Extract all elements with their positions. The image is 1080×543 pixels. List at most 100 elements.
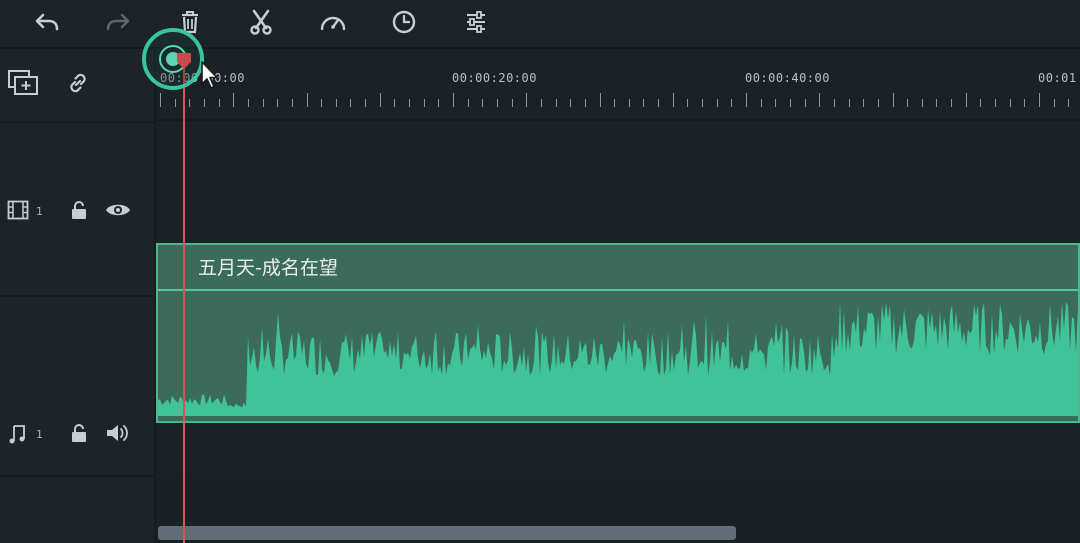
- ruler-tick: [628, 99, 630, 107]
- ruler-tick: [570, 99, 572, 107]
- ruler-tick: [233, 93, 235, 107]
- add-track-button[interactable]: [6, 67, 40, 99]
- ruler-tick: [789, 99, 791, 107]
- video-track-number: 1: [36, 205, 43, 218]
- ruler-tick: [555, 99, 557, 107]
- ruler-tick: [365, 99, 367, 107]
- speaker-icon: [107, 425, 128, 441]
- playhead-handle[interactable]: [176, 52, 192, 70]
- playhead-line: [183, 62, 185, 543]
- ruler-tick: [160, 93, 161, 107]
- track-header-controls: [0, 49, 154, 123]
- ruler-tick: [672, 93, 674, 107]
- unlock-icon: [72, 424, 86, 442]
- ruler-tick: [218, 99, 220, 107]
- ruler-tick: [277, 99, 279, 107]
- ruler-tick: [174, 99, 176, 107]
- ruler-label: 00:01: [1038, 71, 1077, 85]
- audio-track-mute-button[interactable]: [104, 421, 132, 445]
- ruler-tick: [350, 99, 352, 107]
- audio-track-controls: 1: [0, 297, 154, 477]
- ruler-tick: [760, 99, 762, 107]
- ruler-tick: [877, 99, 879, 107]
- ruler-tick: [203, 99, 205, 107]
- ruler-tick: [526, 93, 528, 107]
- ruler-tick: [321, 99, 323, 107]
- ruler-tick: [833, 99, 835, 107]
- speed-icon: [320, 16, 346, 31]
- ruler-tick: [453, 93, 454, 107]
- link-button[interactable]: [62, 67, 94, 99]
- ruler-tick: [746, 93, 747, 107]
- ruler-tick: [1009, 99, 1011, 107]
- ruler-label: 00:00:20:00: [452, 71, 537, 85]
- ruler-tick: [1068, 99, 1070, 107]
- ruler-tick: [702, 99, 704, 107]
- ruler-tick: [907, 99, 909, 107]
- ruler-tick: [189, 99, 191, 107]
- ruler-tick: [658, 99, 660, 107]
- ruler-tick: [614, 99, 616, 107]
- video-track-lock-button[interactable]: [68, 199, 90, 221]
- redo-icon: [106, 13, 130, 31]
- ruler-tick: [1024, 99, 1026, 107]
- duration-icon: [392, 10, 416, 34]
- ruler-tick: [291, 99, 293, 107]
- ruler-tick: [775, 99, 777, 107]
- ruler-tick: [438, 99, 440, 107]
- ruler-tick: [467, 99, 469, 107]
- ruler-tick: [1053, 99, 1055, 107]
- time-ruler[interactable]: 00:00:00:00 00:00:20:00 00:00:40:00 00:0…: [156, 49, 1080, 121]
- ruler-tick: [892, 93, 894, 107]
- ruler-tick: [306, 93, 308, 107]
- click-highlight-ring: [142, 28, 204, 90]
- ruler-tick: [496, 99, 498, 107]
- cut-icon: [250, 9, 272, 35]
- timeline-horizontal-scrollbar[interactable]: [158, 526, 736, 540]
- link-icon: [70, 73, 86, 93]
- add-track-icon: [8, 70, 38, 95]
- cut-button[interactable]: [243, 6, 279, 38]
- timeline-editor: 1 1 00:00:20:00 00:00:40:00 00:01 五月天-成名…: [0, 0, 1080, 543]
- unlock-icon: [72, 201, 86, 219]
- ruler-tick: [951, 99, 953, 107]
- audio-clip[interactable]: 五月天-成名在望: [156, 243, 1080, 423]
- mouse-pointer-icon: [201, 61, 218, 89]
- ruler-tick: [863, 99, 865, 107]
- video-track-visibility-button[interactable]: [104, 199, 132, 221]
- ruler-tick: [731, 99, 733, 107]
- ruler-tick: [379, 93, 381, 107]
- video-track-controls: 1: [0, 123, 154, 297]
- audio-waveform: [158, 301, 1078, 416]
- ruler-tick: [716, 99, 718, 107]
- audio-track-lock-button[interactable]: [68, 421, 90, 445]
- eye-icon: [106, 204, 130, 216]
- ruler-tick: [643, 99, 645, 107]
- audio-clip-header: 五月天-成名在望: [158, 245, 1078, 291]
- ruler-tick: [335, 99, 337, 107]
- ruler-label: 00:00:40:00: [745, 71, 830, 85]
- ruler-tick: [965, 93, 967, 107]
- ruler-tick: [599, 93, 601, 107]
- audio-track-number: 1: [36, 428, 43, 441]
- timeline-tracks: 五月天-成名在望: [156, 121, 1080, 543]
- ruler-tick: [804, 99, 806, 107]
- adjust-icon: [467, 11, 485, 33]
- adjust-button[interactable]: [458, 6, 494, 38]
- ruler-tick: [995, 99, 997, 107]
- audio-clip-title: 五月天-成名在望: [198, 257, 338, 279]
- duration-button[interactable]: [386, 6, 422, 38]
- undo-icon: [35, 13, 59, 31]
- ruler-tick: [247, 99, 249, 107]
- speed-button[interactable]: [315, 6, 351, 38]
- audio-track-icon: [6, 421, 30, 445]
- waveform-shape: [158, 301, 1078, 416]
- redo-button[interactable]: [100, 6, 136, 38]
- ruler-tick: [482, 99, 484, 107]
- ruler-tick: [848, 99, 850, 107]
- ruler-tick: [423, 99, 425, 107]
- ruler-tick: [511, 99, 513, 107]
- ruler-tick: [687, 99, 689, 107]
- undo-button[interactable]: [29, 6, 65, 38]
- ruler-tick: [540, 99, 542, 107]
